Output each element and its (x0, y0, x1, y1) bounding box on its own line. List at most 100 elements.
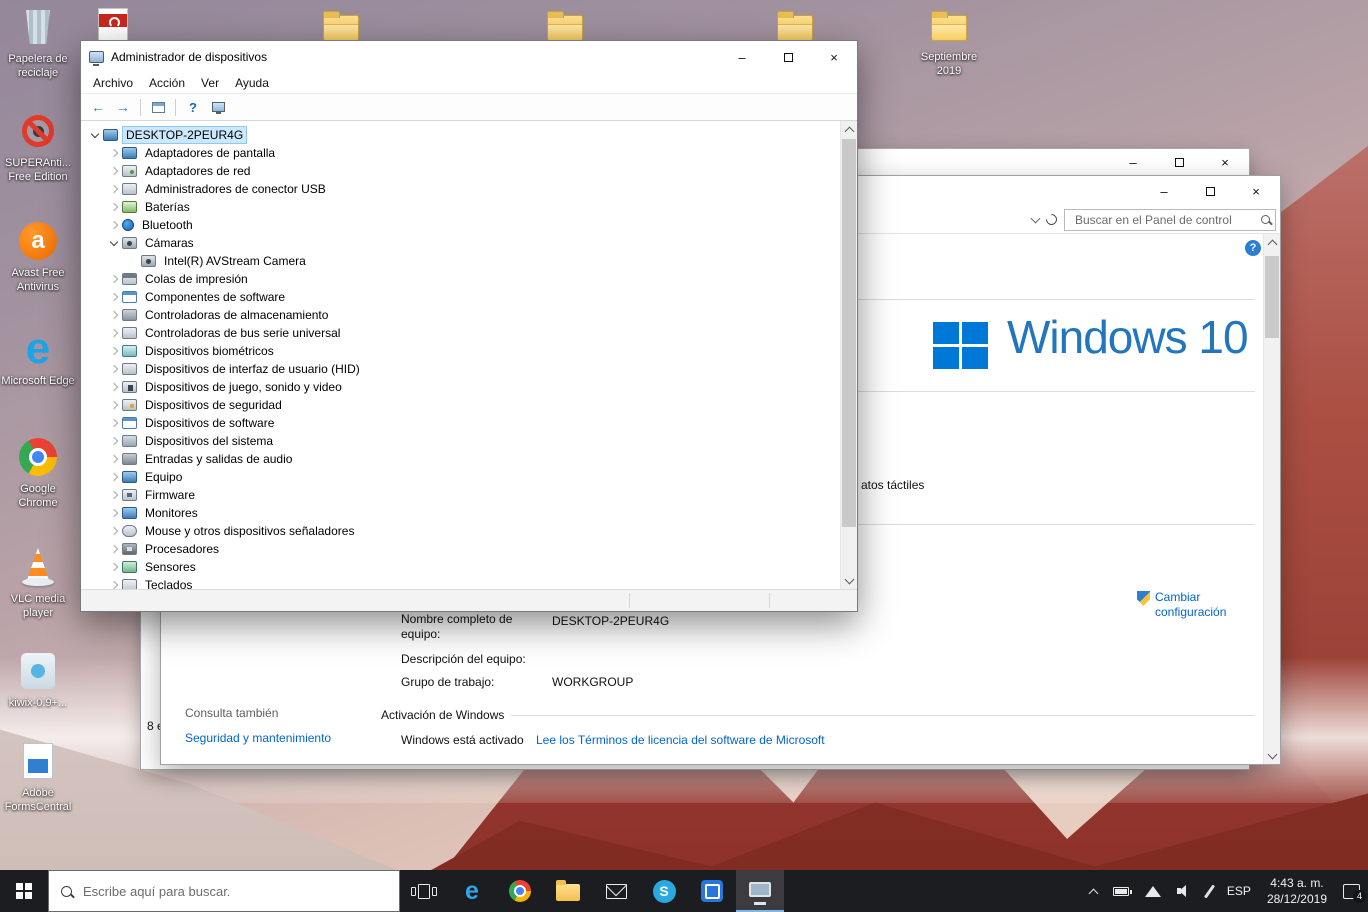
tree-item[interactable]: Baterías (81, 198, 857, 216)
desktop-shortcut[interactable]: Avast Free Antivirus (0, 218, 76, 295)
tree-expand-chevron[interactable] (125, 253, 141, 269)
tree-expand-chevron[interactable] (106, 559, 122, 575)
taskbar-app-button[interactable] (544, 870, 592, 912)
tray-pen-button[interactable] (1200, 870, 1219, 912)
tree-expand-chevron[interactable] (106, 181, 122, 197)
back-button[interactable]: ← (87, 97, 109, 118)
computer-properties-button[interactable] (207, 97, 229, 118)
taskbar-search-input[interactable] (81, 882, 387, 900)
tree-item[interactable]: Mouse y otros dispositivos señaladores (81, 522, 857, 540)
tree-item[interactable]: Adaptadores de pantalla (81, 144, 857, 162)
tree-expand-chevron[interactable] (106, 541, 122, 557)
refresh-icon[interactable] (1043, 211, 1060, 228)
tree-item[interactable]: Sensores (81, 558, 857, 576)
language-indicator[interactable]: ESP (1219, 870, 1259, 912)
tree-item[interactable]: Monitores (81, 504, 857, 522)
tree-expand-chevron[interactable] (106, 163, 122, 179)
desktop-shortcut[interactable]: Septiembre 2019 (911, 2, 987, 79)
scroll-thumb[interactable] (1265, 256, 1279, 338)
tray-volume-button[interactable] (1169, 870, 1200, 912)
menu-item[interactable]: Archivo (85, 74, 141, 92)
scroll-thumb[interactable] (842, 139, 856, 527)
desktop-shortcut[interactable]: SUPERAnti... Free Edition (0, 108, 76, 185)
tree-item[interactable]: DESKTOP-2PEUR4G (81, 126, 857, 144)
scroll-up-arrow[interactable] (1264, 234, 1280, 251)
tree-expand-chevron[interactable] (106, 271, 122, 287)
maximize-button[interactable] (1156, 151, 1202, 173)
tree-item[interactable]: Firmware (81, 486, 857, 504)
scroll-down-arrow[interactable] (841, 572, 857, 589)
tree-item[interactable]: Dispositivos de software (81, 414, 857, 432)
tree-expand-chevron[interactable] (106, 577, 122, 589)
tree-item[interactable]: Entradas y salidas de audio (81, 450, 857, 468)
device-manager-window[interactable]: Administrador de dispositivos – × Archiv… (80, 40, 858, 612)
scroll-up-arrow[interactable] (841, 121, 857, 138)
tree-expand-chevron[interactable] (106, 289, 122, 305)
menu-item[interactable]: Ver (193, 74, 227, 92)
close-button[interactable]: × (1233, 179, 1279, 203)
tree-item[interactable]: Dispositivos del sistema (81, 432, 857, 450)
tree-item[interactable]: Componentes de software (81, 288, 857, 306)
tree-expand-chevron[interactable] (106, 325, 122, 341)
tree-expand-chevron[interactable] (106, 307, 122, 323)
desktop-shortcut[interactable]: Google Chrome (0, 434, 76, 511)
tree-expand-chevron[interactable] (106, 523, 122, 539)
tree-item[interactable]: Teclados (81, 576, 857, 589)
tree-expand-chevron[interactable] (106, 397, 122, 413)
close-button[interactable]: × (811, 41, 857, 73)
device-manager-titlebar[interactable]: Administrador de dispositivos – × (81, 41, 857, 73)
maximize-button[interactable] (765, 41, 811, 73)
tree-expand-chevron[interactable] (106, 415, 122, 431)
tree-item[interactable]: Equipo (81, 468, 857, 486)
tray-network-button[interactable] (1137, 870, 1169, 912)
tree-item[interactable]: Controladoras de almacenamiento (81, 306, 857, 324)
tree-scrollbar[interactable] (840, 121, 857, 589)
tree-expand-chevron[interactable] (106, 451, 122, 467)
tree-expand-chevron[interactable] (106, 199, 122, 215)
help-button[interactable]: ? (182, 97, 204, 118)
search-icon[interactable] (1261, 215, 1270, 224)
control-panel-search-input[interactable] (1073, 211, 1261, 228)
address-dropdown-chevron-icon[interactable] (1030, 213, 1041, 223)
desktop-shortcut[interactable]: Papelera de reciclaje (0, 4, 76, 81)
menu-item[interactable]: Ayuda (227, 74, 277, 92)
taskbar-search-box[interactable] (48, 870, 400, 912)
scroll-down-arrow[interactable] (1264, 747, 1280, 764)
taskbar-app-button[interactable] (448, 870, 496, 912)
tree-item[interactable]: Intel(R) AVStream Camera (81, 252, 857, 270)
license-terms-link[interactable]: Lee los Términos de licencia del softwar… (536, 733, 825, 747)
tray-show-hidden-button[interactable] (1082, 870, 1105, 912)
taskbar-app-button[interactable] (496, 870, 544, 912)
security-maintenance-link[interactable]: Seguridad y mantenimiento (185, 731, 331, 745)
tree-expand-chevron[interactable] (106, 379, 122, 395)
taskbar-app-button[interactable] (736, 870, 784, 912)
change-settings-link[interactable]: Cambiar configuración (1137, 590, 1247, 619)
taskbar-app-button[interactable] (592, 870, 640, 912)
tree-expand-chevron[interactable] (106, 145, 122, 161)
tree-item[interactable]: Dispositivos biométricos (81, 342, 857, 360)
tree-item[interactable]: Procesadores (81, 540, 857, 558)
start-button[interactable] (0, 870, 48, 912)
maximize-button[interactable] (1187, 179, 1233, 203)
tree-item[interactable]: Dispositivos de seguridad (81, 396, 857, 414)
tree-item[interactable]: Administradores de conector USB (81, 180, 857, 198)
forward-button[interactable]: → (112, 97, 134, 118)
close-button[interactable]: × (1202, 151, 1248, 173)
help-button[interactable]: ? (1245, 240, 1261, 256)
action-center-button[interactable]: 4 (1335, 870, 1368, 912)
menu-item[interactable]: Acción (141, 74, 193, 92)
tree-expand-chevron[interactable] (106, 235, 122, 251)
tree-expand-chevron[interactable] (106, 361, 122, 377)
desktop-shortcut[interactable]: kiwix-0.9+... (0, 648, 76, 711)
taskbar-app-button[interactable] (688, 870, 736, 912)
desktop-shortcut[interactable]: Microsoft Edge (0, 326, 76, 389)
tree-item[interactable]: Dispositivos de interfaz de usuario (HID… (81, 360, 857, 378)
tree-expand-chevron[interactable] (106, 433, 122, 449)
tree-expand-chevron[interactable] (106, 505, 122, 521)
control-panel-search-box[interactable] (1064, 208, 1276, 231)
tree-item[interactable]: Colas de impresión (81, 270, 857, 288)
tree-expand-chevron[interactable] (106, 343, 122, 359)
taskbar-app-button[interactable] (640, 870, 688, 912)
tree-item[interactable]: Cámaras (81, 234, 857, 252)
tree-expand-chevron[interactable] (106, 469, 122, 485)
